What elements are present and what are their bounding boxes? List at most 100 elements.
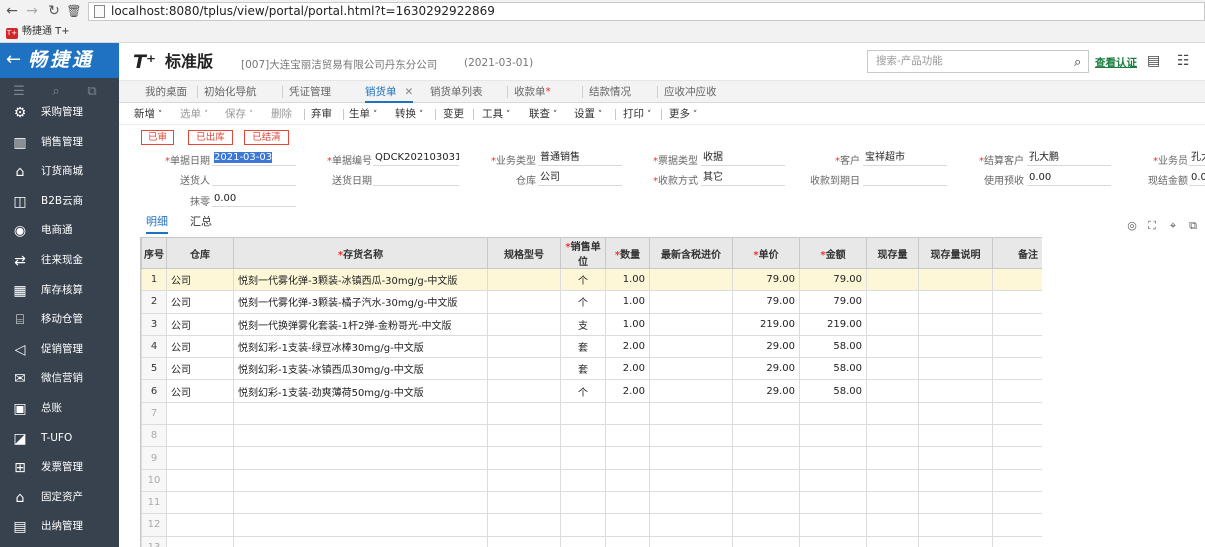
cell-empty[interactable] bbox=[732, 468, 800, 492]
cell-empty[interactable] bbox=[605, 490, 650, 515]
trash-icon[interactable]: 🗑 bbox=[66, 2, 82, 20]
cell-empty[interactable] bbox=[866, 312, 919, 336]
sidebar-item-6[interactable]: ▦ 库存核算 bbox=[0, 276, 119, 305]
cell-empty[interactable] bbox=[233, 401, 488, 426]
cell-amount[interactable]: 79.00 bbox=[799, 267, 867, 292]
cell-price[interactable]: 29.00 bbox=[732, 379, 800, 403]
cell-empty[interactable] bbox=[992, 446, 1042, 470]
cell-empty[interactable] bbox=[560, 468, 606, 492]
cell-empty[interactable] bbox=[166, 468, 234, 492]
cell-empty[interactable] bbox=[992, 357, 1042, 381]
cell-empty[interactable] bbox=[992, 535, 1042, 547]
cell-spec[interactable] bbox=[487, 334, 561, 359]
settle-customer-field[interactable]: 孔大鹏 bbox=[1027, 151, 1111, 166]
cell-empty[interactable] bbox=[918, 334, 993, 359]
tab-item-0[interactable]: 我的桌面 bbox=[145, 81, 187, 103]
cell-empty[interactable] bbox=[166, 446, 234, 470]
cell-empty[interactable] bbox=[605, 513, 650, 537]
sidebar-item-4[interactable]: ◉ 电商通 bbox=[0, 216, 119, 245]
cell-empty[interactable] bbox=[166, 424, 234, 448]
forward-arrow-icon[interactable]: → bbox=[24, 2, 40, 20]
table-row[interactable]: 6 公司 悦刻幻彩-1支装-劲爽薄荷50mg/g-中文版 个 2.00 29.00 58.0… bbox=[141, 379, 1042, 403]
close-icon[interactable]: ✕ bbox=[405, 86, 414, 98]
toolbar-button-8[interactable]: 工具 ˅ bbox=[482, 103, 510, 125]
cell-spec[interactable] bbox=[487, 312, 561, 336]
toolbar-button-1[interactable]: 选单 ˅ bbox=[180, 103, 208, 125]
cell-price[interactable]: 29.00 bbox=[732, 334, 800, 359]
toolbar-button-0[interactable]: 新增 ˅ bbox=[134, 103, 162, 125]
biz-type-field[interactable]: 普通销售 bbox=[538, 151, 622, 166]
cell-empty[interactable] bbox=[233, 468, 488, 492]
cell-warehouse[interactable]: 公司 bbox=[166, 357, 234, 381]
cell-name[interactable]: 悦刻一代换弹雾化套装-1杆2弹-金粉哥光-中文版 bbox=[233, 312, 488, 336]
cell-empty[interactable] bbox=[918, 312, 993, 336]
cell-empty[interactable] bbox=[732, 401, 800, 426]
cell-qty[interactable]: 1.00 bbox=[605, 290, 650, 314]
cell-empty[interactable] bbox=[487, 424, 561, 448]
back-icon[interactable]: ← bbox=[6, 49, 21, 71]
column-header[interactable]: 仓库 bbox=[166, 237, 234, 269]
cell-unit[interactable]: 个 bbox=[560, 267, 606, 292]
shipper-field[interactable] bbox=[212, 171, 296, 186]
cell-price[interactable]: 219.00 bbox=[732, 312, 800, 336]
cell-empty[interactable] bbox=[233, 490, 488, 515]
invoice-type-field[interactable]: 收据 bbox=[701, 151, 785, 166]
cell-empty[interactable] bbox=[560, 490, 606, 515]
cell-qty[interactable]: 2.00 bbox=[605, 334, 650, 359]
cell-empty[interactable] bbox=[918, 513, 993, 537]
sidebar-item-7[interactable]: ⌸ 移动仓管 bbox=[0, 305, 119, 334]
cell-empty[interactable] bbox=[918, 468, 993, 492]
column-header[interactable]: *存货名称 bbox=[233, 237, 488, 269]
toolbar-button-6[interactable]: 转换 ˅ bbox=[395, 103, 423, 125]
cell-empty[interactable] bbox=[992, 490, 1042, 515]
toolbar-button-9[interactable]: 联查 ˅ bbox=[529, 103, 557, 125]
sidebar-item-11[interactable]: ◪ T-UFO bbox=[0, 424, 119, 453]
ship-date-field[interactable] bbox=[373, 171, 459, 186]
cell-empty[interactable] bbox=[992, 401, 1042, 426]
cell-empty[interactable] bbox=[799, 490, 867, 515]
column-header[interactable]: 序号 bbox=[141, 237, 167, 269]
cell-empty[interactable] bbox=[732, 535, 800, 547]
sidebar-item-14[interactable]: ▤ 出纳管理 bbox=[0, 512, 119, 541]
back-arrow-icon[interactable]: ← bbox=[4, 2, 20, 20]
checklist-icon[interactable]: ☷ bbox=[1177, 53, 1190, 69]
cell-empty[interactable] bbox=[992, 334, 1042, 359]
tab-item-5[interactable]: 收款单* bbox=[514, 81, 551, 103]
toolbar-button-5[interactable]: 生单 ˅ bbox=[349, 103, 377, 125]
cell-empty[interactable] bbox=[487, 468, 561, 492]
cell-empty[interactable] bbox=[560, 401, 606, 426]
cell-warehouse[interactable]: 公司 bbox=[166, 267, 234, 292]
prepay-field[interactable]: 0.00 bbox=[1027, 171, 1111, 186]
cell-empty[interactable] bbox=[992, 379, 1042, 403]
cell-spec[interactable] bbox=[487, 290, 561, 314]
cell-empty[interactable] bbox=[605, 468, 650, 492]
column-header[interactable]: 备注 bbox=[992, 237, 1042, 269]
table-row[interactable]: 3 公司 悦刻一代换弹雾化套装-1杆2弹-金粉哥光-中文版 支 1.00 219.00 21… bbox=[141, 312, 1042, 336]
table-row[interactable]: 1 公司 悦刻一代雾化弹-3颗装-冰镇西瓜-30mg/g-中文版 个 1.00 79.00… bbox=[141, 267, 1042, 292]
sidebar-item-5[interactable]: ⇄ 往来现金 bbox=[0, 246, 119, 275]
cell-name[interactable]: 悦刻幻彩-1支装-劲爽薄荷50mg/g-中文版 bbox=[233, 379, 488, 403]
sidebar-item-10[interactable]: ▣ 总账 bbox=[0, 394, 119, 423]
cell-qty[interactable]: 2.00 bbox=[605, 357, 650, 381]
cell-empty[interactable] bbox=[866, 446, 919, 470]
cell-cost[interactable] bbox=[649, 357, 733, 381]
cell-warehouse[interactable]: 公司 bbox=[166, 379, 234, 403]
cell-empty[interactable] bbox=[487, 490, 561, 515]
sidebar-item-13[interactable]: ⌂ 固定资产 bbox=[0, 483, 119, 512]
toolbar-button-7[interactable]: 变更 bbox=[443, 103, 464, 125]
cell-amount[interactable]: 79.00 bbox=[799, 290, 867, 314]
cell-empty[interactable] bbox=[166, 401, 234, 426]
cell-price[interactable]: 79.00 bbox=[732, 290, 800, 314]
cell-empty[interactable] bbox=[560, 446, 606, 470]
cell-empty[interactable] bbox=[918, 535, 993, 547]
bookmark-item[interactable]: T+ 畅捷通 T+ bbox=[6, 24, 70, 40]
cell-empty[interactable] bbox=[799, 424, 867, 448]
sidebar-item-2[interactable]: ⌂ 订货商城 bbox=[0, 157, 119, 186]
sidebar-item-8[interactable]: ◁ 促销管理 bbox=[0, 335, 119, 364]
cell-empty[interactable] bbox=[866, 357, 919, 381]
cell-empty[interactable] bbox=[649, 401, 733, 426]
cell-cost[interactable] bbox=[649, 334, 733, 359]
cell-empty[interactable] bbox=[649, 424, 733, 448]
search-input[interactable]: 搜索-产品功能 ⌕ bbox=[867, 50, 1089, 73]
cell-empty[interactable] bbox=[992, 312, 1042, 336]
